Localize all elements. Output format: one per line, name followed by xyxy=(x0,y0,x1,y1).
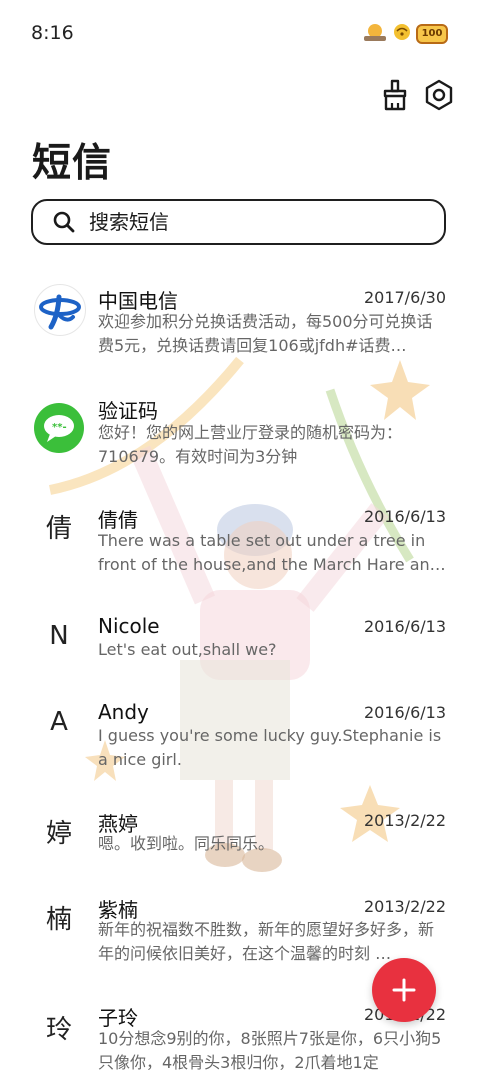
sender-name: Andy xyxy=(98,700,149,724)
settings-button[interactable] xyxy=(421,77,457,113)
svg-text:**-: **- xyxy=(52,422,67,433)
message-preview: I guess you're some lucky guy.Stephanie … xyxy=(98,726,442,769)
sender-name: Nicole xyxy=(98,614,160,638)
avatar: 婷 xyxy=(45,818,72,849)
status-icons: 100 xyxy=(362,22,448,46)
message-preview: 10分想念9别的你，8张照片7张是你，6只小狗5只像你，4根骨头3根归你，2爪着… xyxy=(98,1029,442,1072)
wifi-icon xyxy=(392,23,412,45)
chat-bubble-icon: **- xyxy=(44,415,74,442)
page-title: 短信 xyxy=(32,141,113,186)
clean-brush-button[interactable] xyxy=(377,77,413,113)
message-date: 2013/2/22 xyxy=(363,897,446,916)
clock: 8:16 xyxy=(31,22,74,44)
message-preview: There was a table set out under a tree i… xyxy=(98,531,446,574)
china-telecom-logo-icon xyxy=(39,294,81,330)
avatar: N xyxy=(49,621,69,651)
avatar: **- xyxy=(34,403,84,453)
message-date: 2017/6/30 xyxy=(363,288,446,307)
message-preview: 嗯。收到啦。同乐同乐。 xyxy=(98,834,275,853)
search-icon xyxy=(53,211,75,233)
notification-icon xyxy=(362,22,388,46)
message-date: 2016/6/13 xyxy=(363,703,446,722)
gear-icon xyxy=(425,79,453,111)
search-input[interactable] xyxy=(87,209,411,235)
battery-indicator: 100 xyxy=(416,24,448,44)
message-preview: 您好！您的网上营业厅登录的随机密码为：710679。有效时间为3分钟 xyxy=(98,423,403,466)
status-bar: 8:16 100 xyxy=(0,0,480,68)
message-date: 2016/6/13 xyxy=(363,617,446,636)
message-preview: Let's eat out,shall we? xyxy=(98,640,277,659)
brush-icon xyxy=(383,79,407,111)
new-message-button[interactable] xyxy=(372,958,436,1022)
search-bar[interactable] xyxy=(31,199,446,245)
avatar: 倩 xyxy=(45,513,72,544)
avatar xyxy=(34,284,86,336)
message-date: 2013/2/22 xyxy=(363,811,446,830)
message-preview: 欢迎参加积分兑换话费活动，每500分可兑换话费5元，兑换话费请回复106或jfd… xyxy=(98,312,433,355)
avatar: 楠 xyxy=(45,904,72,935)
plus-icon xyxy=(392,978,416,1002)
avatar: 玲 xyxy=(45,1014,72,1045)
sender-name: 验证码 xyxy=(98,399,158,423)
avatar: A xyxy=(50,707,68,737)
message-date: 2016/6/13 xyxy=(363,507,446,526)
